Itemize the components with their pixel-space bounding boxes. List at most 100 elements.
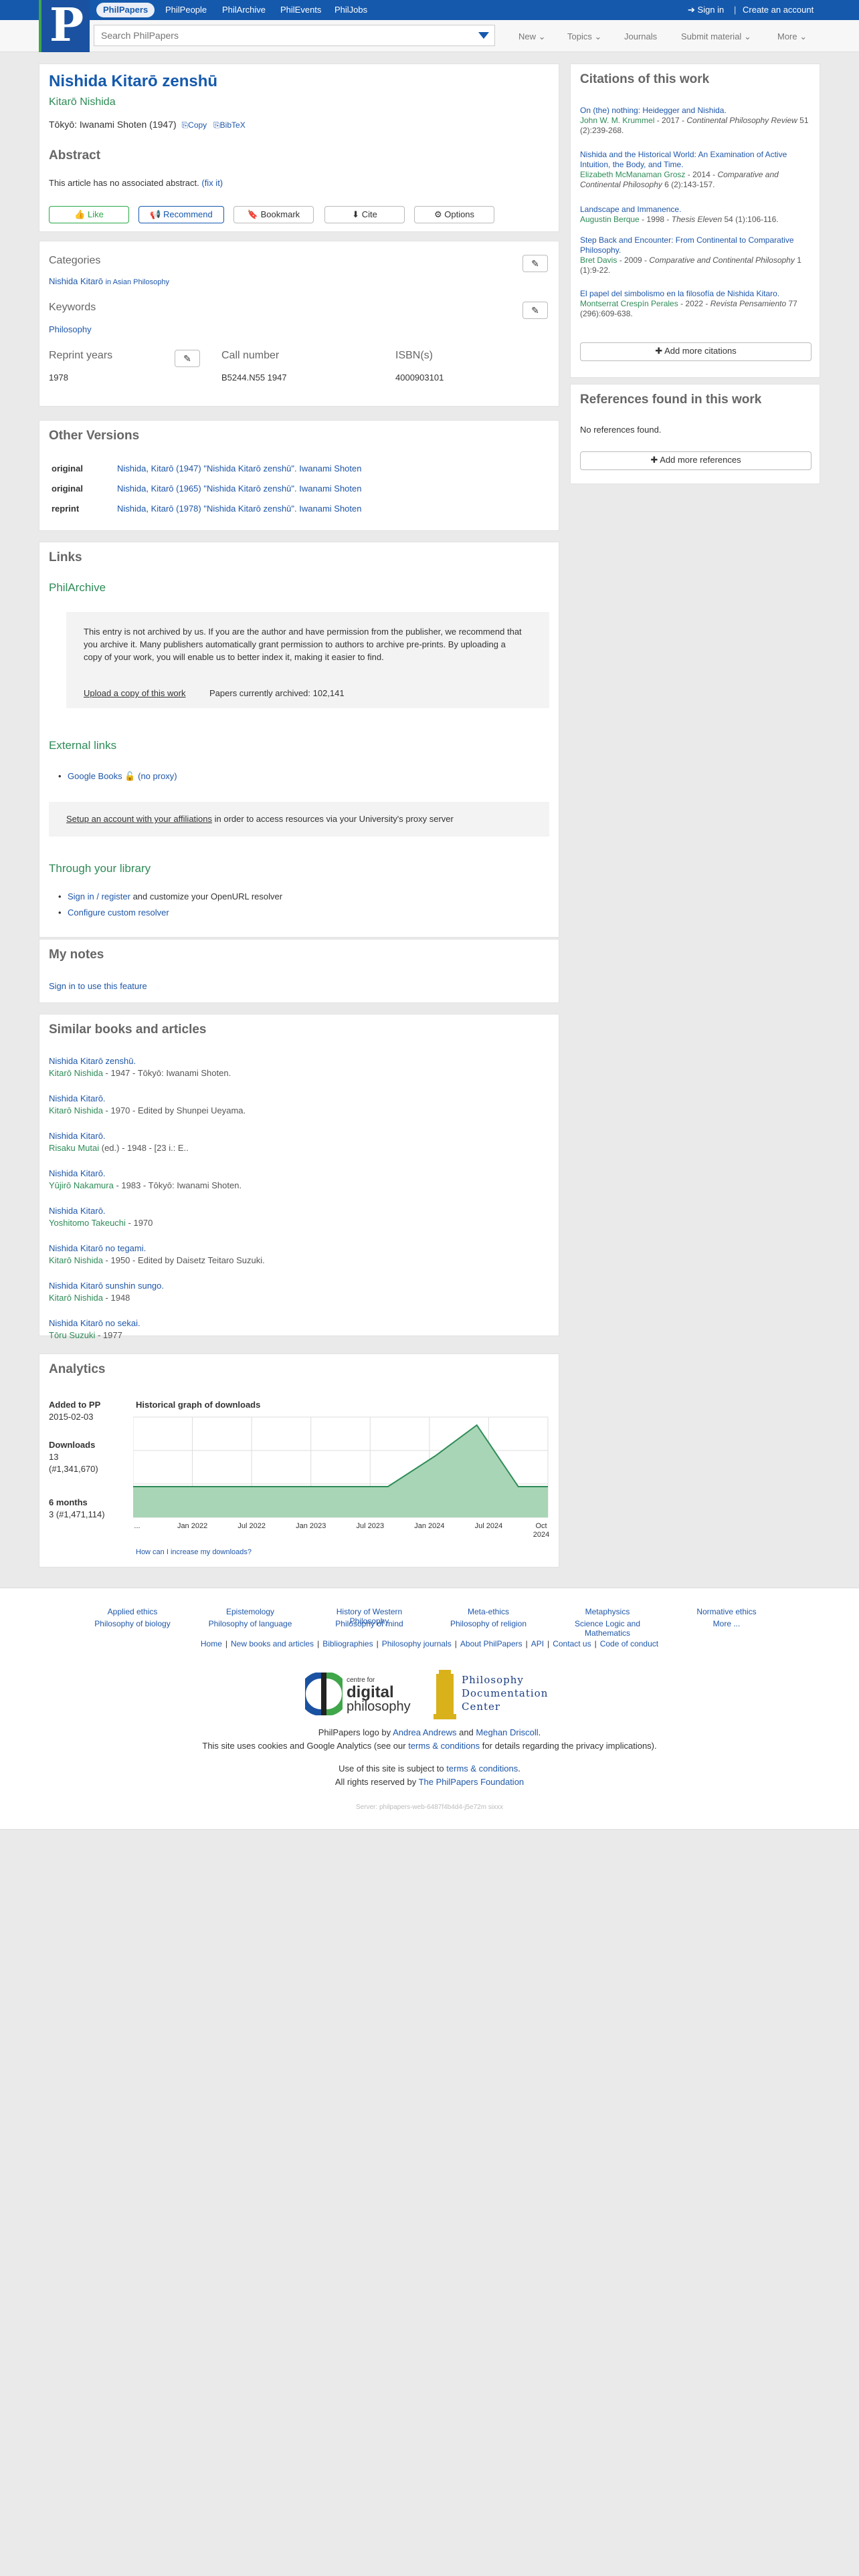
chevron-down-icon: ⌄ — [594, 31, 602, 41]
footer-site-link[interactable]: API — [531, 1639, 544, 1648]
citation-title-link[interactable]: On (the) nothing: Heidegger and Nishida. — [580, 106, 812, 116]
similar-author-link[interactable]: Risaku Mutai — [49, 1143, 99, 1153]
nav-philpapers[interactable]: PhilPapers — [96, 3, 155, 17]
citation-author-link[interactable]: Augustin Berque — [580, 215, 640, 224]
sign-in-notes-link[interactable]: Sign in to use this feature — [49, 981, 147, 991]
similar-author-link[interactable]: Yūjirō Nakamura — [49, 1180, 114, 1190]
philpapers-foundation-link[interactable]: The PhilPapers Foundation — [419, 1777, 524, 1787]
copy-button[interactable]: ⎘Copy — [182, 120, 207, 130]
citation-title-link[interactable]: El papel del simbolismo en la filosofía … — [580, 289, 812, 299]
footer-topic-link[interactable]: More ... — [673, 1619, 780, 1628]
terms-link[interactable]: terms & conditions — [446, 1763, 518, 1774]
footer-site-link[interactable]: About PhilPapers — [460, 1639, 522, 1648]
footer-topic-link[interactable]: Epistemology — [197, 1607, 304, 1616]
category-link[interactable]: Nishida Kitarō — [49, 276, 103, 286]
increase-downloads-link[interactable]: How can I increase my downloads? — [136, 1548, 252, 1556]
similar-author-link[interactable]: Tōru Suzuki — [49, 1330, 95, 1340]
recommend-button[interactable]: 📢 Recommend — [138, 206, 224, 223]
nav-philpeople[interactable]: PhilPeople — [165, 5, 207, 15]
nav-philjobs[interactable]: PhilJobs — [335, 5, 367, 15]
version-link[interactable]: Nishida, Kitarō (1947) "Nishida Kitarō z… — [117, 463, 361, 473]
cite-button[interactable]: ⬇ Cite — [324, 206, 405, 223]
similar-title-link[interactable]: Nishida Kitarō. — [49, 1168, 106, 1178]
create-account-link[interactable]: Create an account — [743, 5, 814, 15]
footer-site-link[interactable]: Code of conduct — [600, 1639, 658, 1648]
edit-keywords-button[interactable]: ✎ — [522, 302, 548, 319]
footer-topic-link[interactable]: Applied ethics — [79, 1607, 186, 1616]
similar-author-link[interactable]: Kitarō Nishida — [49, 1255, 103, 1265]
search-input[interactable] — [94, 25, 456, 45]
author-link[interactable]: Kitarō Nishida — [49, 96, 116, 108]
terms-link[interactable]: terms & conditions — [408, 1741, 480, 1751]
configure-resolver-link[interactable]: Configure custom resolver — [68, 907, 169, 918]
menu-submit-material[interactable]: Submit material ⌄ — [681, 31, 751, 42]
pdc-logo[interactable]: Philosophy Documentation Center — [432, 1667, 566, 1723]
citation-title-link[interactable]: Step Back and Encounter: From Continenta… — [580, 235, 812, 255]
no-proxy-link[interactable]: (no proxy) — [138, 771, 177, 781]
cdp-logo[interactable]: centre for digital philosophy — [305, 1669, 419, 1722]
menu-more[interactable]: More ⌄ — [777, 31, 807, 42]
nav-philarchive[interactable]: PhilArchive — [222, 5, 266, 15]
setup-affiliations-link[interactable]: Setup an account with your affiliations — [66, 814, 212, 824]
footer-site-link[interactable]: Philosophy journals — [382, 1639, 452, 1648]
citation-author-link[interactable]: Montserrat Crespín Perales — [580, 299, 678, 308]
version-link[interactable]: Nishida, Kitarō (1965) "Nishida Kitarō z… — [117, 484, 361, 494]
similar-title-link[interactable]: Nishida Kitarō. — [49, 1206, 106, 1216]
add-references-button[interactable]: ✚ Add more references — [580, 451, 812, 470]
chart-tick-label: Jan 2024 — [414, 1522, 444, 1530]
nav-philevents[interactable]: PhilEvents — [280, 5, 321, 15]
options-button[interactable]: ⚙ Options — [414, 206, 494, 223]
footer-topic-link[interactable]: Normative ethics — [673, 1607, 780, 1616]
footer-topic-link[interactable]: Philosophy of religion — [435, 1619, 542, 1628]
citation-author-link[interactable]: Elizabeth McManaman Grosz — [580, 170, 685, 179]
keyword-link[interactable]: Philosophy — [49, 324, 92, 334]
similar-author-link[interactable]: Kitarō Nishida — [49, 1105, 103, 1115]
meghan-driscoll-link[interactable]: Meghan Driscoll — [476, 1727, 538, 1737]
chart-tick-label: Jan 2023 — [296, 1522, 326, 1530]
like-button[interactable]: 👍 Like — [49, 206, 129, 223]
upload-copy-link[interactable]: Upload a copy of this work — [84, 688, 185, 698]
similar-title-link[interactable]: Nishida Kitarō. — [49, 1131, 106, 1141]
menu-new[interactable]: New ⌄ — [518, 31, 546, 42]
similar-title-link[interactable]: Nishida Kitarō no sekai. — [49, 1318, 140, 1328]
similar-title-link[interactable]: Nishida Kitarō zenshū. — [49, 1056, 136, 1066]
footer-topic-link[interactable]: Philosophy of language — [197, 1619, 304, 1628]
footer-site-link[interactable]: New books and articles — [231, 1639, 314, 1648]
footer-topic-link[interactable]: Science Logic and Mathematics — [554, 1619, 661, 1638]
edit-categories-button[interactable]: ✎ — [522, 255, 548, 272]
bibtex-button[interactable]: ⎘BibTeX — [213, 120, 246, 130]
similar-author-link[interactable]: Kitarō Nishida — [49, 1068, 103, 1078]
edit-reprint-button[interactable]: ✎ — [175, 350, 200, 367]
sign-in-register-link[interactable]: Sign in / register — [68, 891, 130, 901]
philpapers-logo[interactable]: P — [39, 0, 90, 52]
version-link[interactable]: Nishida, Kitarō (1978) "Nishida Kitarō z… — [117, 504, 361, 514]
footer-topic-link[interactable]: Philosophy of mind — [316, 1619, 423, 1628]
publication-info: Tōkyō: Iwanami Shoten (1947) ⎘Copy ⎘BibT… — [49, 119, 246, 130]
category-area[interactable]: in Asian Philosophy — [106, 278, 169, 286]
andrea-andrews-link[interactable]: Andrea Andrews — [393, 1727, 456, 1737]
similar-title-link[interactable]: Nishida Kitarō. — [49, 1093, 106, 1103]
footer-topic-link[interactable]: Philosophy of biology — [79, 1619, 186, 1628]
similar-title-link[interactable]: Nishida Kitarō no tegami. — [49, 1243, 146, 1253]
similar-author-link[interactable]: Kitarō Nishida — [49, 1293, 103, 1303]
menu-topics[interactable]: Topics ⌄ — [567, 31, 601, 42]
similar-author-link[interactable]: Yoshitomo Takeuchi — [49, 1218, 126, 1228]
search-dropdown-icon[interactable] — [478, 32, 489, 39]
citation-year: - 2017 - — [654, 116, 687, 125]
citation-author-link[interactable]: John W. M. Krummel — [580, 116, 654, 125]
google-books-link[interactable]: Google Books — [68, 771, 122, 781]
sign-in-link[interactable]: ➔ Sign in — [688, 5, 724, 15]
citation-title-link[interactable]: Nishida and the Historical World: An Exa… — [580, 150, 812, 170]
footer-topic-link[interactable]: Metaphysics — [554, 1607, 661, 1616]
bookmark-button[interactable]: 🔖 Bookmark — [233, 206, 314, 223]
citation-author-link[interactable]: Bret Davis — [580, 255, 617, 265]
similar-title-link[interactable]: Nishida Kitarō sunshin sungo. — [49, 1281, 164, 1291]
add-citations-button[interactable]: ✚ Add more citations — [580, 342, 812, 361]
footer-site-link[interactable]: Home — [201, 1639, 222, 1648]
citation-title-link[interactable]: Landscape and Immanence. — [580, 205, 812, 215]
fix-it-link[interactable]: (fix it) — [201, 178, 223, 188]
menu-journals[interactable]: Journals — [624, 31, 657, 41]
footer-site-link[interactable]: Bibliographies — [322, 1639, 373, 1648]
footer-site-link[interactable]: Contact us — [553, 1639, 591, 1648]
footer-topic-link[interactable]: Meta-ethics — [435, 1607, 542, 1616]
